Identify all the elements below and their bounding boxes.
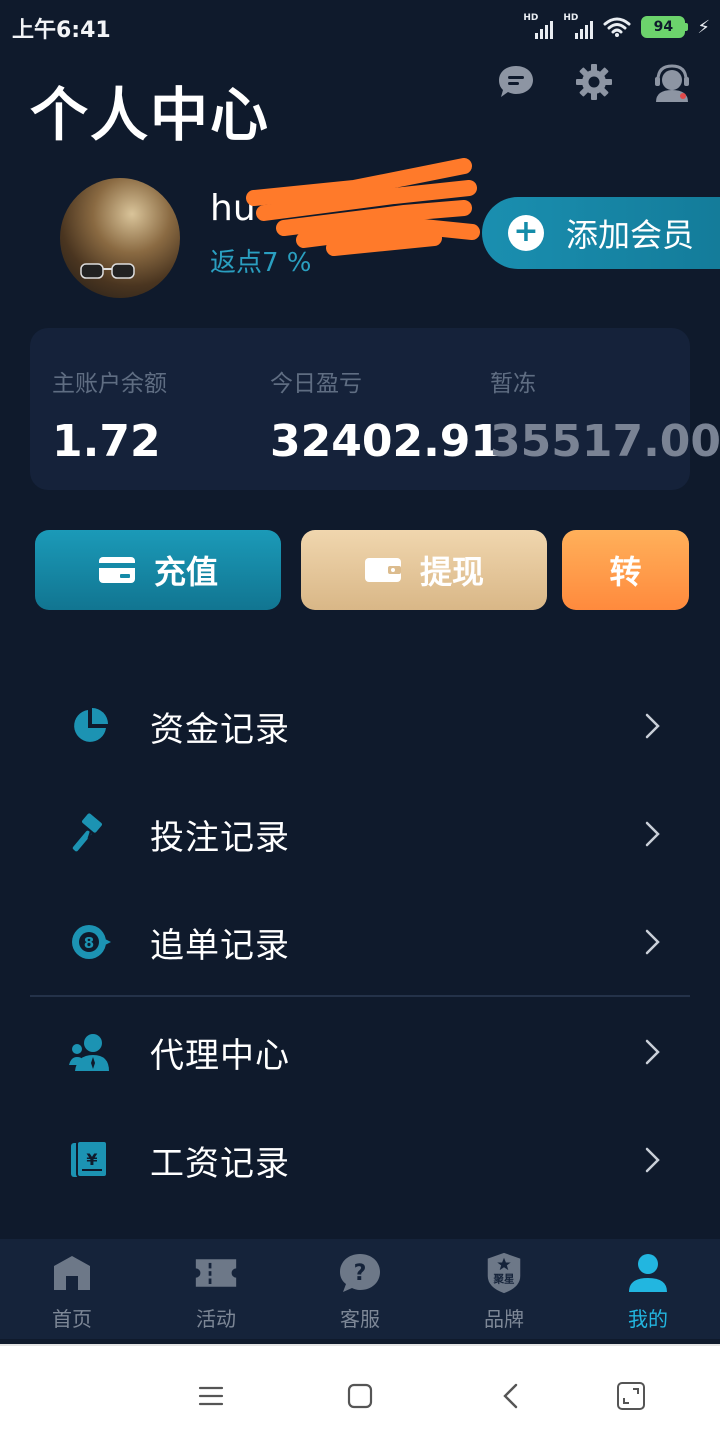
status-icons: HD HD 94 ⚡ (523, 12, 710, 42)
menu-label: 工资记录 (150, 1143, 290, 1184)
nav-item-home[interactable]: 首页 (0, 1239, 144, 1339)
withdraw-button[interactable]: 提现 (301, 530, 547, 610)
signal-icon: HD (563, 13, 594, 39)
balance-main: 主账户余额 1.72 (52, 364, 167, 467)
chevron-right-icon (645, 1039, 660, 1065)
chevron-right-icon (645, 713, 660, 739)
brand-badge-text: 聚星 (492, 1274, 515, 1286)
balance-value: 35517.00 (490, 416, 720, 467)
card-icon (98, 557, 135, 583)
system-nav-bar (0, 1344, 720, 1440)
balance-card: 主账户余额 1.72 今日盈亏 32402.91 暂冻 35517.00 (30, 328, 720, 490)
add-member-label: 添加会员 (566, 216, 695, 254)
page-title: 个人中心 (30, 81, 271, 149)
balance-today-profit: 今日盈亏 32402.91 (270, 364, 501, 467)
fullscreen-icon[interactable] (611, 1376, 651, 1416)
back-icon[interactable] (491, 1376, 531, 1416)
nav-item-brand[interactable]: 聚星 品牌 (432, 1239, 576, 1339)
balance-value: 32402.91 (270, 416, 502, 467)
avatar[interactable] (60, 178, 180, 298)
header-actions (496, 62, 692, 102)
gavel-icon (68, 812, 112, 856)
help-bubble-icon: ? (338, 1251, 382, 1295)
charging-icon: ⚡ (697, 16, 710, 38)
user-icon (626, 1251, 670, 1295)
menu-item-agent-center[interactable]: 代理中心 (30, 1002, 690, 1102)
menu-label: 资金记录 (150, 709, 290, 750)
pie-chart-icon (68, 704, 112, 748)
recharge-label: 充值 (153, 553, 218, 591)
salary-receipt-icon: ¥ (68, 1138, 112, 1182)
plus-icon: + (508, 215, 544, 251)
battery-icon: 94 (641, 16, 689, 38)
wifi-icon (603, 17, 631, 37)
nav-label: 活动 (196, 1307, 236, 1331)
nav-item-support[interactable]: ? 客服 (288, 1239, 432, 1339)
home-button-icon[interactable] (340, 1376, 380, 1416)
settings-icon[interactable] (574, 62, 614, 102)
eight-ball-icon: 8 (68, 920, 112, 964)
nav-item-activity[interactable]: 活动 (144, 1239, 288, 1339)
menu-icon[interactable] (191, 1376, 231, 1416)
chevron-right-icon (645, 1147, 660, 1173)
status-bar: 上午6:41 HD HD 94 ⚡ (0, 0, 720, 54)
menu-divider (30, 995, 690, 997)
svg-text:?: ? (354, 1261, 367, 1286)
add-member-button[interactable]: + 添加会员 (482, 197, 720, 269)
nav-item-me[interactable]: 我的 (576, 1239, 720, 1339)
nav-label: 客服 (340, 1307, 380, 1331)
balance-label: 暂冻 (490, 371, 536, 397)
glasses-image (80, 263, 135, 279)
nav-label: 首页 (52, 1307, 92, 1331)
menu-label: 追单记录 (150, 925, 290, 966)
wallet-icon (364, 558, 401, 582)
agent-icon (68, 1030, 112, 1074)
transfer-button[interactable]: 转 (562, 530, 689, 610)
chevron-right-icon (645, 929, 660, 955)
transfer-label: 转 (609, 553, 642, 591)
withdraw-label: 提现 (419, 553, 484, 591)
home-icon (50, 1251, 94, 1295)
customer-service-icon[interactable] (652, 62, 692, 102)
menu-label: 代理中心 (150, 1035, 290, 1076)
signal-icon: HD (523, 13, 554, 39)
nav-label: 我的 (628, 1307, 668, 1331)
nav-label: 品牌 (484, 1307, 524, 1331)
status-time: 上午6:41 (12, 18, 111, 43)
ticket-icon (194, 1251, 238, 1295)
chevron-right-icon (645, 821, 660, 847)
redaction-scribble (246, 158, 480, 256)
menu-item-fund-records[interactable]: 资金记录 (30, 676, 690, 776)
menu-item-bet-records[interactable]: 投注记录 (30, 784, 690, 884)
menu-label: 投注记录 (150, 817, 290, 858)
balance-value: 1.72 (52, 416, 161, 467)
brand-badge-icon: 聚星 (482, 1251, 526, 1295)
bottom-nav: 首页 活动 ? 客服 聚星 品牌 我的 (0, 1239, 720, 1339)
balance-label: 主账户余额 (52, 371, 167, 397)
svg-text:8: 8 (84, 934, 94, 952)
menu-item-salary-records[interactable]: ¥ 工资记录 (30, 1110, 690, 1210)
recharge-button[interactable]: 充值 (35, 530, 281, 610)
message-icon[interactable] (496, 62, 536, 102)
balance-label: 今日盈亏 (270, 371, 362, 397)
menu-item-chase-records[interactable]: 8 追单记录 (30, 892, 690, 992)
balance-frozen: 暂冻 35517.00 (490, 364, 720, 467)
svg-text:¥: ¥ (86, 1150, 97, 1169)
